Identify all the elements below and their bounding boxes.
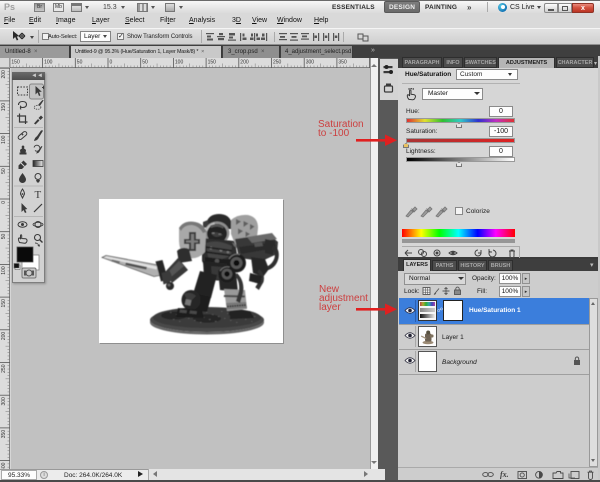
svg-text:100: 100 [175,60,184,66]
svg-text:400: 400 [1,462,7,469]
svg-text:250: 250 [1,364,7,373]
svg-text:fx.: fx. [500,470,509,479]
svg-text:200: 200 [1,70,7,79]
svg-text:300: 300 [306,60,315,66]
svg-text:50: 50 [1,168,7,174]
svg-text:100: 100 [44,60,53,66]
svg-text:50: 50 [142,60,148,66]
svg-text:350: 350 [338,60,347,66]
svg-text:100: 100 [1,266,7,275]
svg-text:300: 300 [1,397,7,406]
svg-text:100: 100 [1,135,7,144]
svg-text:50: 50 [77,60,83,66]
svg-text:150: 150 [1,103,7,112]
svg-text:200: 200 [1,332,7,341]
svg-text:T: T [35,189,42,201]
svg-text:150: 150 [1,299,7,308]
svg-text:50: 50 [1,233,7,239]
svg-text:200: 200 [240,60,249,66]
svg-text:250: 250 [273,60,282,66]
svg-text:350: 350 [1,430,7,439]
svg-text:150: 150 [11,60,20,66]
svg-text:150: 150 [208,60,217,66]
svg-text:0: 0 [110,60,113,66]
svg-text:0: 0 [1,201,7,204]
